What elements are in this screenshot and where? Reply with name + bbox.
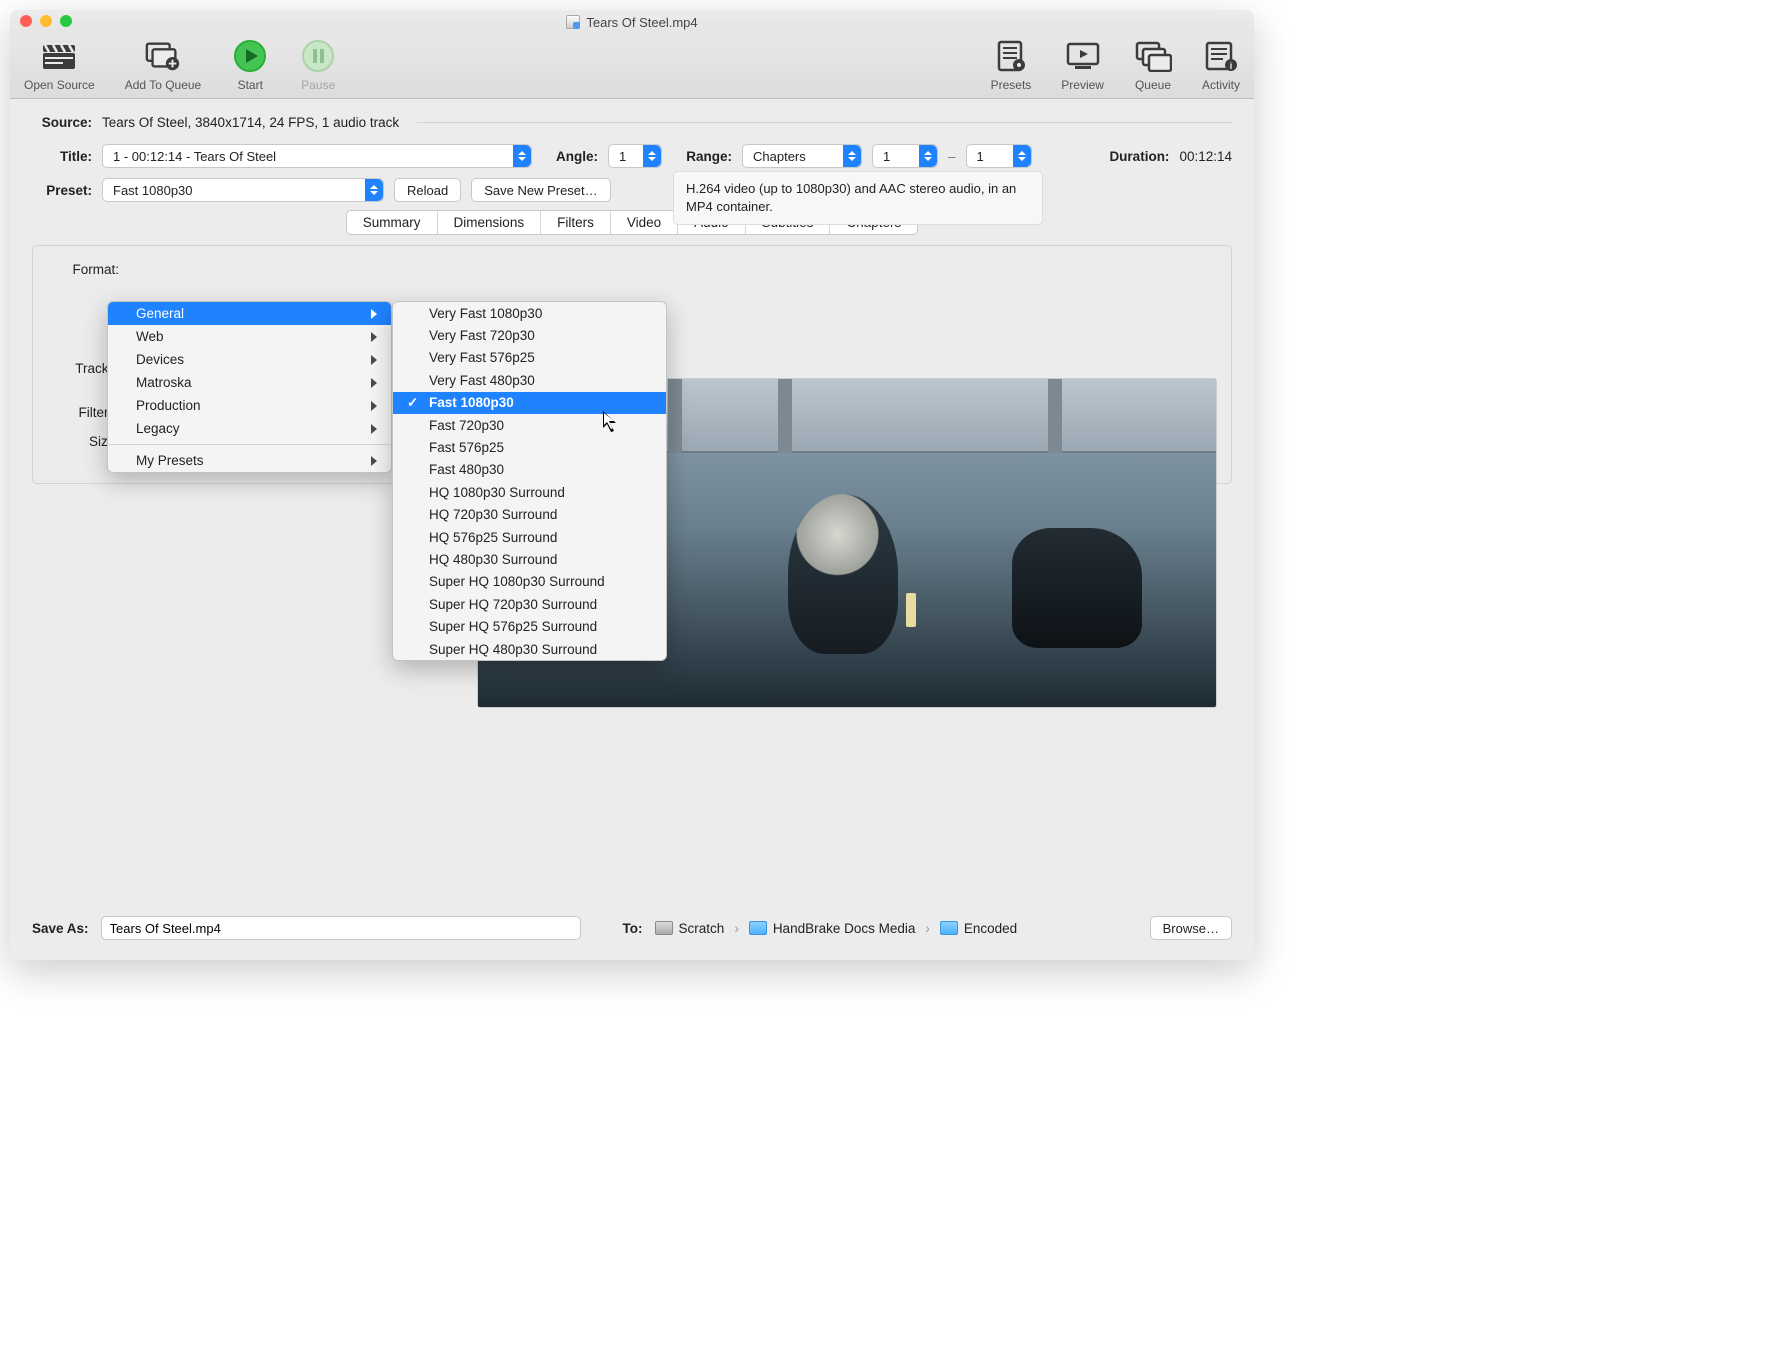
duration-label: Duration: xyxy=(1089,149,1169,164)
preset-item[interactable]: Super HQ 480p30 Surround xyxy=(393,638,666,660)
pause-button: Pause xyxy=(295,38,341,92)
activity-icon: i xyxy=(1202,38,1240,74)
destination-path[interactable]: Scratch › HandBrake Docs Media › Encoded xyxy=(655,921,1138,936)
save-as-label: Save As: xyxy=(32,921,89,936)
preset-label: Preset: xyxy=(32,183,92,198)
range-start-select[interactable]: 1 xyxy=(872,144,938,168)
titlebar: Tears Of Steel.mp4 xyxy=(10,10,1254,34)
preset-item[interactable]: Fast 480p30 xyxy=(393,459,666,481)
presets-button[interactable]: Presets xyxy=(987,38,1036,92)
preset-item[interactable]: HQ 576p25 Surround xyxy=(393,526,666,548)
preset-item[interactable]: HQ 720p30 Surround xyxy=(393,504,666,526)
preset-item[interactable]: HQ 480p30 Surround xyxy=(393,548,666,570)
preset-item[interactable]: HQ 1080p30 Surround xyxy=(393,481,666,503)
range-label: Range: xyxy=(672,149,732,164)
destination-label: To: xyxy=(623,921,643,936)
preset-description: H.264 video (up to 1080p30) and AAC ster… xyxy=(673,171,1043,225)
preset-category-my-presets[interactable]: My Presets xyxy=(108,449,391,472)
pause-icon xyxy=(299,38,337,74)
preset-item[interactable]: Super HQ 1080p30 Surround xyxy=(393,571,666,593)
preset-item[interactable]: Fast 576p25 xyxy=(393,436,666,458)
add-to-queue-icon xyxy=(144,38,182,74)
duration-value: 00:12:14 xyxy=(1179,149,1232,164)
play-icon xyxy=(231,38,269,74)
preset-item[interactable]: Fast 720p30 xyxy=(393,414,666,436)
queue-button[interactable]: Queue xyxy=(1130,38,1176,92)
preset-item[interactable]: Fast 1080p30 xyxy=(393,392,666,414)
disk-icon xyxy=(655,921,673,935)
preset-select[interactable]: Fast 1080p30 xyxy=(102,178,384,202)
open-source-button[interactable]: Open Source xyxy=(20,38,99,92)
source-label: Source: xyxy=(32,115,92,130)
presets-icon xyxy=(992,38,1030,74)
angle-select[interactable]: 1 xyxy=(608,144,662,168)
document-icon xyxy=(566,15,580,29)
preset-category-legacy[interactable]: Legacy xyxy=(108,417,391,440)
range-dash: – xyxy=(948,149,956,164)
window-title: Tears Of Steel.mp4 xyxy=(586,15,697,30)
toolbar: Open Source Add To Queue Start Pause xyxy=(10,34,1254,99)
range-end-select[interactable]: 1 xyxy=(966,144,1032,168)
folder-icon xyxy=(940,921,958,935)
svg-text:i: i xyxy=(1230,61,1233,71)
preset-item[interactable]: Very Fast 576p25 xyxy=(393,347,666,369)
clapperboard-icon xyxy=(40,38,78,74)
preset-category-general[interactable]: General xyxy=(108,302,391,325)
preset-item[interactable]: Very Fast 720p30 xyxy=(393,324,666,346)
title-label: Title: xyxy=(32,149,92,164)
preset-category-menu: GeneralWebDevicesMatroskaProductionLegac… xyxy=(107,301,392,473)
range-type-select[interactable]: Chapters xyxy=(742,144,862,168)
start-button[interactable]: Start xyxy=(227,38,273,92)
close-window-icon[interactable] xyxy=(20,15,32,27)
save-as-input[interactable] xyxy=(101,916,581,940)
angle-label: Angle: xyxy=(542,149,598,164)
source-value: Tears Of Steel, 3840x1714, 24 FPS, 1 aud… xyxy=(102,115,399,130)
minimize-window-icon[interactable] xyxy=(40,15,52,27)
preset-category-devices[interactable]: Devices xyxy=(108,348,391,371)
reload-preset-button[interactable]: Reload xyxy=(394,178,461,202)
cursor-icon xyxy=(603,411,621,433)
preset-item[interactable]: Super HQ 720p30 Surround xyxy=(393,593,666,615)
preset-item[interactable]: Very Fast 1080p30 xyxy=(393,302,666,324)
preset-item[interactable]: Super HQ 576p25 Surround xyxy=(393,615,666,637)
add-to-queue-button[interactable]: Add To Queue xyxy=(121,38,206,92)
save-new-preset-button[interactable]: Save New Preset… xyxy=(471,178,610,202)
chevron-right-icon: › xyxy=(734,921,739,936)
chevron-right-icon: › xyxy=(925,921,930,936)
zoom-window-icon[interactable] xyxy=(60,15,72,27)
preset-category-matroska[interactable]: Matroska xyxy=(108,371,391,394)
queue-icon xyxy=(1134,38,1172,74)
activity-button[interactable]: i Activity xyxy=(1198,38,1244,92)
preview-icon xyxy=(1064,38,1102,74)
format-label: Format: xyxy=(61,262,119,277)
browse-button[interactable]: Browse… xyxy=(1150,916,1232,940)
preset-category-production[interactable]: Production xyxy=(108,394,391,417)
tab-filters[interactable]: Filters xyxy=(541,211,611,234)
tab-dimensions[interactable]: Dimensions xyxy=(438,211,542,234)
preset-item[interactable]: Very Fast 480p30 xyxy=(393,369,666,391)
tab-summary[interactable]: Summary xyxy=(347,211,438,234)
divider xyxy=(417,122,1232,123)
folder-icon xyxy=(749,921,767,935)
preset-category-web[interactable]: Web xyxy=(108,325,391,348)
preview-button[interactable]: Preview xyxy=(1057,38,1108,92)
title-select[interactable]: 1 - 00:12:14 - Tears Of Steel xyxy=(102,144,532,168)
preset-submenu: Very Fast 1080p30Very Fast 720p30Very Fa… xyxy=(392,301,667,661)
tab-video[interactable]: Video xyxy=(611,211,678,234)
